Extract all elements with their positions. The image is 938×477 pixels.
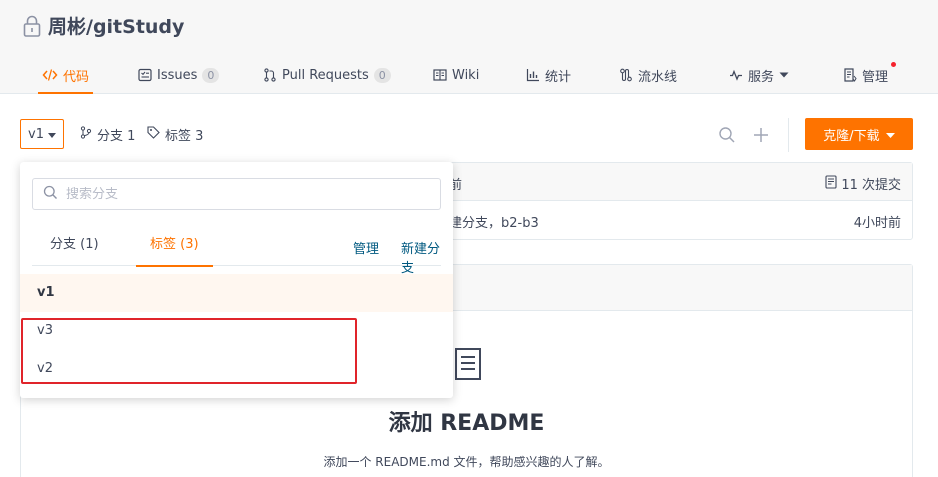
new-branch-link[interactable]: 新建分支	[401, 238, 441, 276]
repo-title: 周彬/gitStudy	[22, 12, 184, 39]
notification-dot	[891, 62, 896, 67]
tab-pipeline-label: 流水线	[638, 69, 678, 85]
tab-tags[interactable]: 标签 (3)	[136, 228, 213, 267]
tag-icon	[147, 126, 160, 143]
manage-icon	[843, 68, 857, 82]
pipeline-icon	[619, 68, 633, 82]
tab-manage-label: 管理	[862, 69, 889, 85]
clone-download-label: 克隆/下载	[823, 128, 880, 144]
tab-issues[interactable]: Issues 0	[138, 56, 220, 94]
commit-count-link[interactable]: 11 次提交	[825, 174, 901, 193]
issues-count-badge: 0	[202, 67, 220, 83]
manage-link[interactable]: 管理	[353, 238, 379, 257]
readme-title: 添加 README	[388, 411, 545, 436]
tab-pull-requests[interactable]: Pull Requests 0	[263, 56, 391, 94]
ref-item-v1[interactable]: v1	[20, 274, 453, 312]
caret-down-icon	[885, 127, 895, 142]
stats-icon	[526, 68, 540, 82]
service-icon	[729, 69, 743, 81]
commit-message[interactable]: 建分支，b2-b3	[449, 212, 539, 231]
tags-label: 标签 3	[165, 129, 204, 144]
toolbar-divider	[788, 118, 789, 152]
repo-toolbar: v1 分支 1 标签 3	[0, 94, 938, 160]
tab-pipeline[interactable]: 流水线	[619, 56, 677, 94]
code-icon	[42, 68, 58, 82]
branches-link[interactable]: 分支 1	[80, 125, 135, 144]
pull-requests-count-badge: 0	[373, 67, 391, 83]
caret-down-icon	[47, 127, 56, 142]
tab-code-label: 代码	[63, 69, 90, 85]
branch-search-field[interactable]	[32, 178, 441, 210]
readme-subtitle: 添加一个 README.md 文件，帮助感兴趣的人了解。	[323, 455, 610, 469]
tab-manage[interactable]: 管理	[843, 56, 888, 94]
ref-item-v3[interactable]: v3	[20, 312, 453, 350]
search-icon[interactable]	[718, 126, 736, 144]
commit-history-icon	[825, 174, 837, 193]
tab-code[interactable]: 代码	[37, 56, 94, 94]
tab-wiki[interactable]: Wiki	[433, 56, 479, 94]
tab-stats[interactable]: 统计	[526, 56, 571, 94]
ref-type-tabs: 分支 (1) 标签 (3) 管理 新建分支	[32, 228, 441, 276]
tab-issues-label: Issues	[157, 67, 198, 83]
wiki-icon	[433, 69, 447, 81]
lock-icon	[22, 14, 42, 38]
branch-icon	[80, 126, 92, 143]
ref-dropdown-menu: 分支 (1) 标签 (3) 管理 新建分支 v1 v3 v2	[20, 162, 453, 398]
current-ref-label: v1	[28, 126, 44, 142]
tab-wiki-label: Wiki	[452, 67, 480, 83]
tab-service-label: 服务	[748, 69, 775, 85]
branch-search-input[interactable]	[66, 186, 426, 202]
search-icon	[43, 185, 58, 204]
repo-header: 周彬/gitStudy 代码 Issues 0 Pull Requests 0 …	[0, 0, 938, 94]
repo-name-link[interactable]: 周彬/gitStudy	[48, 12, 184, 39]
document-icon	[453, 347, 483, 385]
branches-label: 分支 1	[97, 129, 136, 144]
tab-pull-requests-label: Pull Requests	[282, 67, 369, 83]
issues-icon	[138, 68, 152, 82]
chevron-down-icon	[779, 72, 789, 78]
tab-branches[interactable]: 分支 (1)	[50, 228, 99, 266]
tab-stats-label: 统计	[545, 69, 572, 85]
add-icon[interactable]	[752, 126, 770, 144]
commit-count-label: 11 次提交	[841, 178, 901, 193]
pull-request-icon	[263, 68, 277, 82]
ref-select-button[interactable]: v1	[20, 119, 64, 149]
commit-time: 4小时前	[853, 216, 901, 231]
tab-service[interactable]: 服务	[729, 56, 789, 94]
clone-download-button[interactable]: 克隆/下载	[805, 118, 913, 150]
repo-nav-tabs: 代码 Issues 0 Pull Requests 0 Wiki 统计 流水线 …	[0, 56, 938, 94]
ref-item-v2[interactable]: v2	[20, 350, 453, 388]
tags-link[interactable]: 标签 3	[147, 125, 203, 144]
